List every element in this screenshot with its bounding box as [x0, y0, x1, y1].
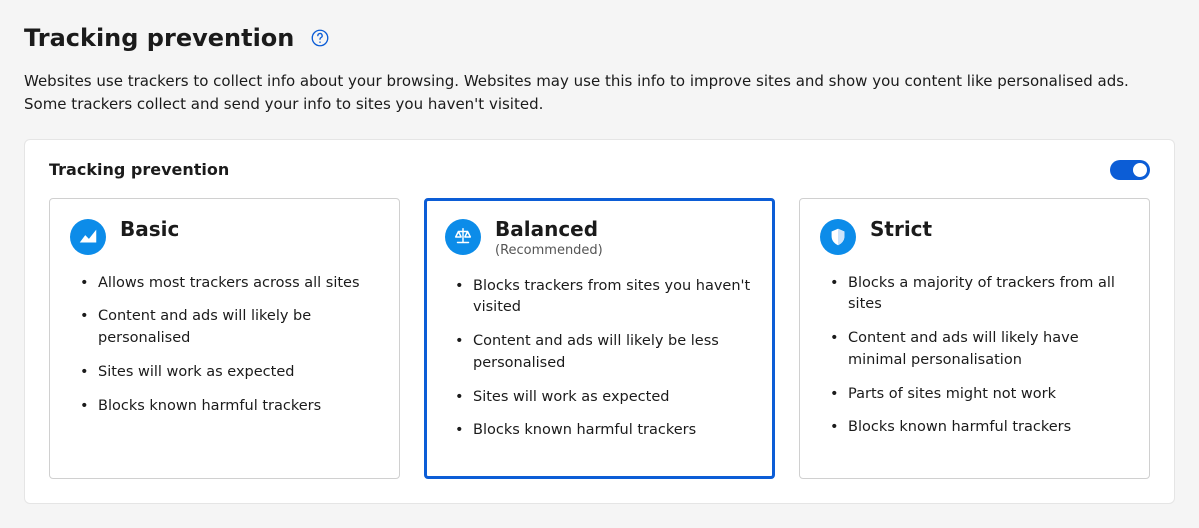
option-balanced-head: Balanced (Recommended)	[445, 217, 754, 258]
option-basic-head: Basic	[70, 217, 379, 255]
option-balanced-subtitle: (Recommended)	[495, 243, 603, 258]
list-item: Blocks known harmful trackers	[445, 420, 754, 442]
balance-scales-icon	[445, 219, 481, 255]
list-item: Blocks a majority of trackers from all s…	[820, 273, 1129, 317]
options-row: Basic Allows most trackers across all si…	[49, 198, 1150, 480]
section-description: Websites use trackers to collect info ab…	[24, 70, 1174, 117]
shield-icon	[820, 219, 856, 255]
list-item: Parts of sites might not work	[820, 384, 1129, 406]
list-item: Sites will work as expected	[70, 362, 379, 384]
option-basic[interactable]: Basic Allows most trackers across all si…	[49, 198, 400, 480]
option-strict-title: Strict	[870, 217, 932, 241]
page-title: Tracking prevention	[24, 24, 294, 52]
card-header: Tracking prevention	[49, 160, 1150, 180]
list-item: Content and ads will likely have minimal…	[820, 328, 1129, 372]
tracking-prevention-toggle[interactable]	[1110, 160, 1150, 180]
list-item: Allows most trackers across all sites	[70, 273, 379, 295]
list-item: Blocks known harmful trackers	[820, 417, 1129, 439]
card-title: Tracking prevention	[49, 160, 229, 179]
list-item: Sites will work as expected	[445, 387, 754, 409]
help-icon[interactable]	[310, 28, 330, 48]
option-strict[interactable]: Strict Blocks a majority of trackers fro…	[799, 198, 1150, 480]
option-basic-bullets: Allows most trackers across all sites Co…	[70, 273, 379, 418]
toggle-knob	[1133, 163, 1147, 177]
option-balanced-title: Balanced	[495, 217, 603, 241]
option-basic-title: Basic	[120, 217, 179, 241]
option-strict-head: Strict	[820, 217, 1129, 255]
option-strict-bullets: Blocks a majority of trackers from all s…	[820, 273, 1129, 440]
option-balanced[interactable]: Balanced (Recommended) Blocks trackers f…	[424, 198, 775, 480]
option-balanced-bullets: Blocks trackers from sites you haven't v…	[445, 276, 754, 443]
page-header: Tracking prevention	[24, 24, 1175, 52]
list-item: Blocks known harmful trackers	[70, 396, 379, 418]
list-item: Content and ads will likely be less pers…	[445, 331, 754, 375]
basic-level-icon	[70, 219, 106, 255]
list-item: Content and ads will likely be personali…	[70, 306, 379, 350]
list-item: Blocks trackers from sites you haven't v…	[445, 276, 754, 320]
tracking-prevention-card: Tracking prevention Basic Allows most tr…	[24, 139, 1175, 505]
